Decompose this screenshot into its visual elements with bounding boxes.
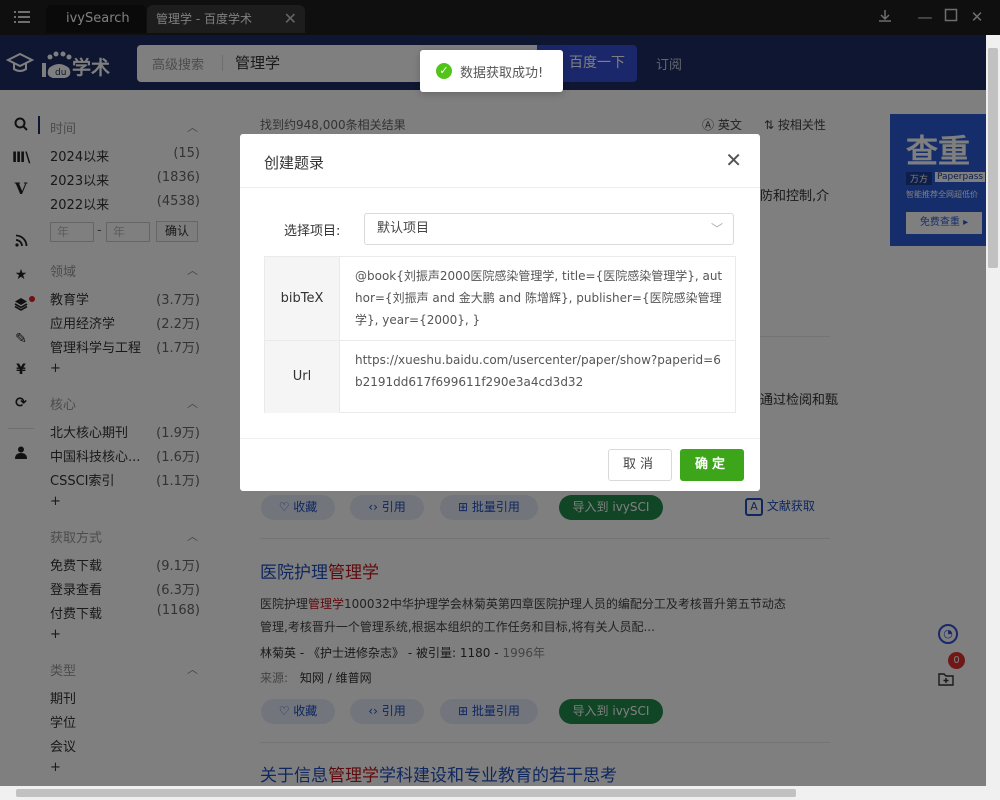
divider <box>240 187 760 188</box>
scrollbar-thumb[interactable] <box>988 48 998 268</box>
success-toast: ✓ 数据获取成功! <box>420 50 563 92</box>
url-value: https://xueshu.baidu.com/usercenter/pape… <box>355 353 721 389</box>
cancel-button[interactable]: 取消 <box>608 449 672 481</box>
url-label: Url <box>265 341 339 413</box>
select-value: 默认项目 <box>377 221 430 236</box>
project-select[interactable]: 默认项目 ﹀ <box>364 213 734 245</box>
divider <box>339 257 340 412</box>
project-label: 选择项目: <box>284 224 341 239</box>
divider <box>240 438 760 439</box>
dialog-title: 创建题录 <box>264 154 325 172</box>
reference-table: bibTeX @book{刘振声2000医院感染管理学, title={医院感染… <box>264 256 736 413</box>
bibtex-label: bibTeX <box>265 257 339 340</box>
chevron-down-icon: ﹀ <box>710 222 723 236</box>
toast-message: 数据获取成功! <box>460 66 544 81</box>
check-icon: ✓ <box>436 63 452 79</box>
confirm-button[interactable]: 确定 <box>680 449 744 481</box>
close-icon[interactable]: ✕ <box>725 148 742 172</box>
create-reference-dialog: 创建题录 ✕ 选择项目: 默认项目 ﹀ bibTeX @book{刘振声2000… <box>240 134 760 491</box>
bibtex-value: @book{刘振声2000医院感染管理学, title={医院感染管理学}, a… <box>355 269 723 327</box>
scrollbar-thumb[interactable] <box>16 789 796 797</box>
